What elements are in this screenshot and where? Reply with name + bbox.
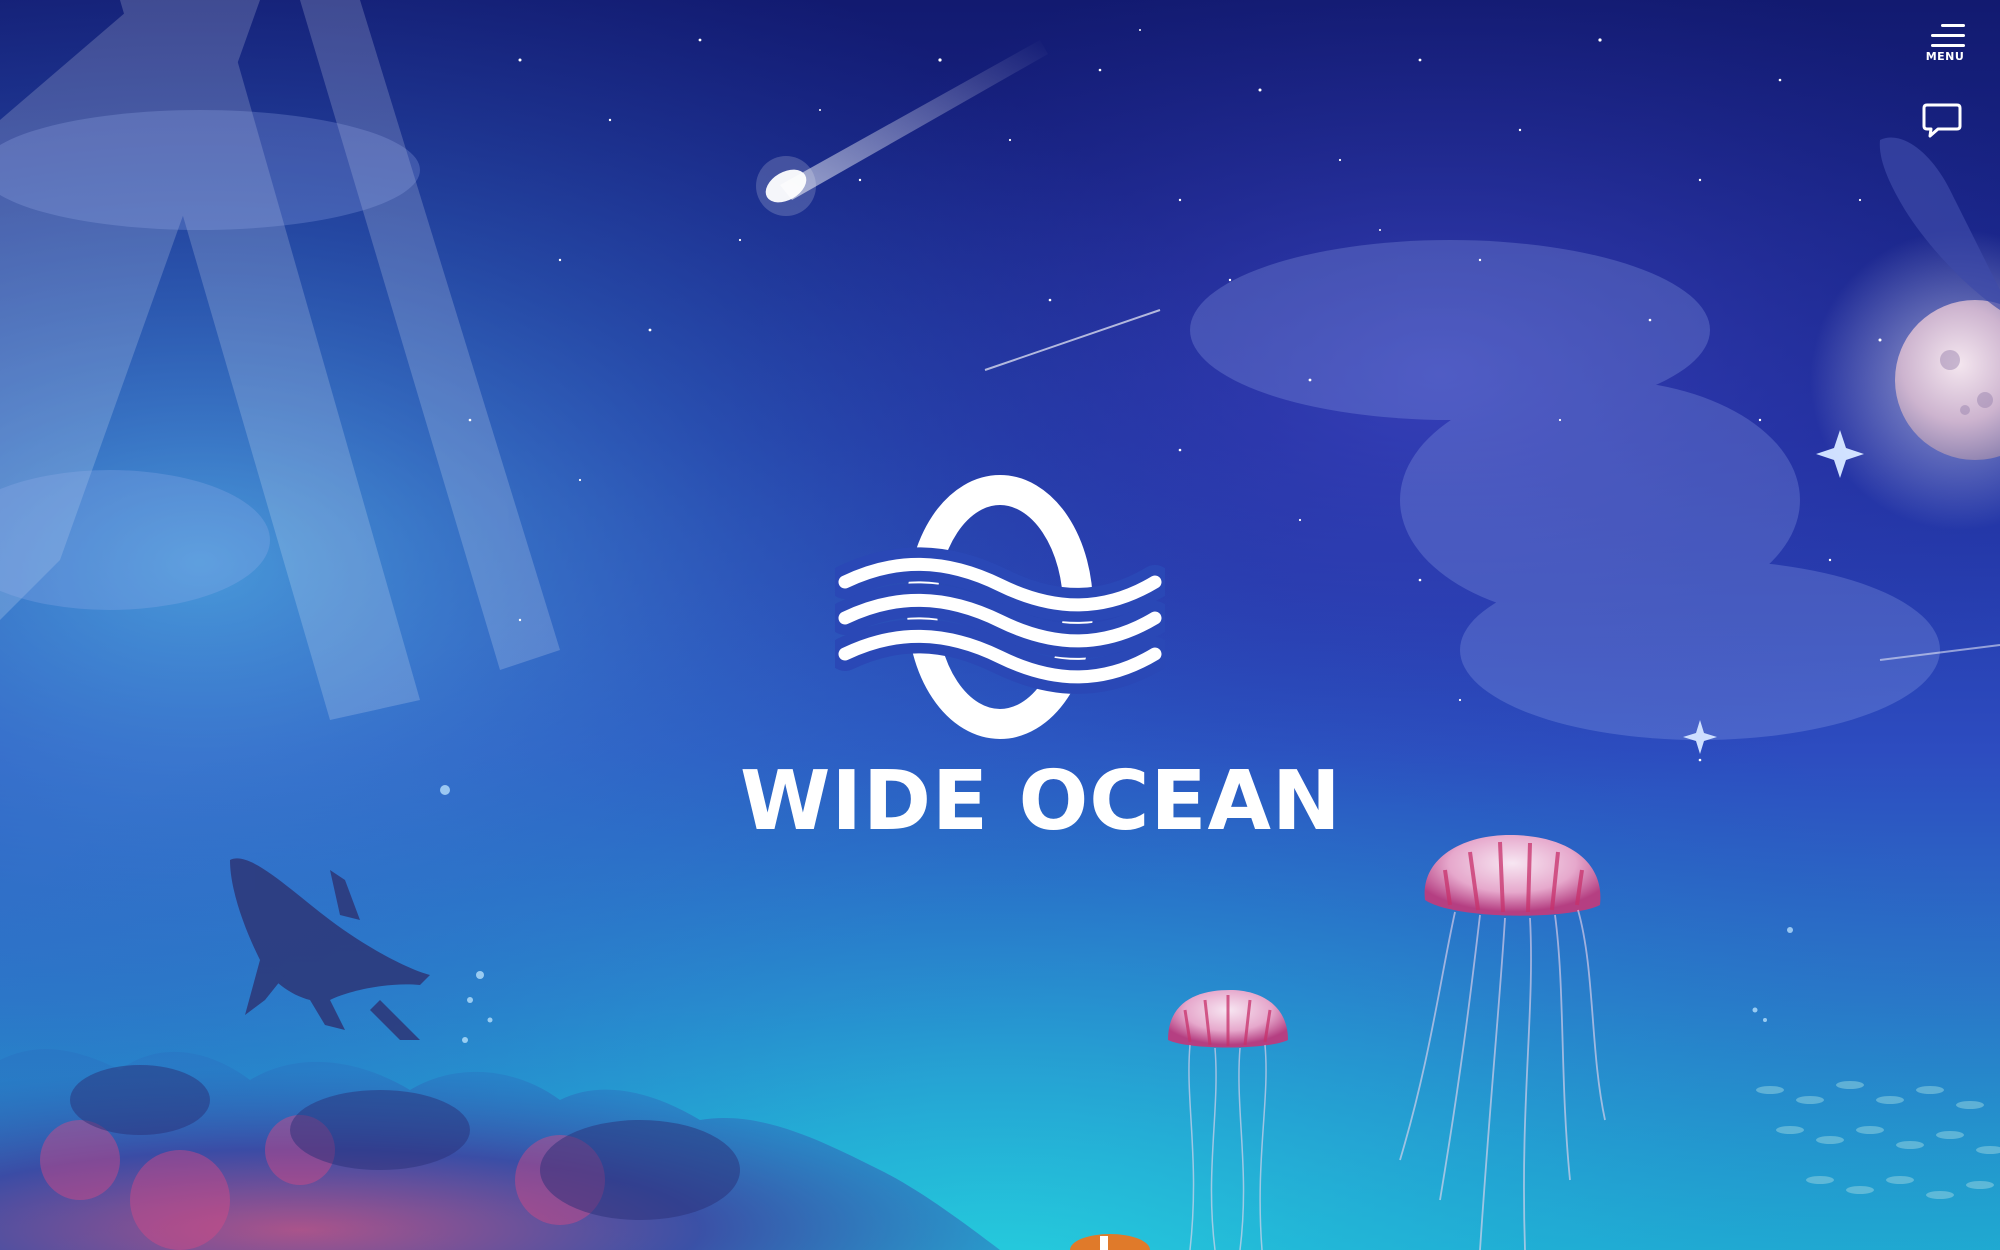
- wave-o-logo-icon: [835, 475, 1165, 739]
- chat-bubble-icon: [1922, 103, 1962, 138]
- hero-stage: WIDE OCEAN MENU: [0, 0, 2000, 1250]
- brand-logo[interactable]: WIDE OCEAN: [740, 470, 1342, 850]
- menu-button[interactable]: MENU: [1920, 22, 1970, 68]
- hamburger-menu-icon: [1941, 24, 1965, 27]
- hamburger-menu-icon-line-2: [1931, 34, 1965, 37]
- hamburger-menu-icon-line-3: [1931, 44, 1965, 47]
- menu-label: MENU: [1925, 50, 1965, 63]
- chat-button[interactable]: [1920, 100, 1964, 140]
- brand-wordmark: WIDE OCEAN: [740, 754, 1342, 849]
